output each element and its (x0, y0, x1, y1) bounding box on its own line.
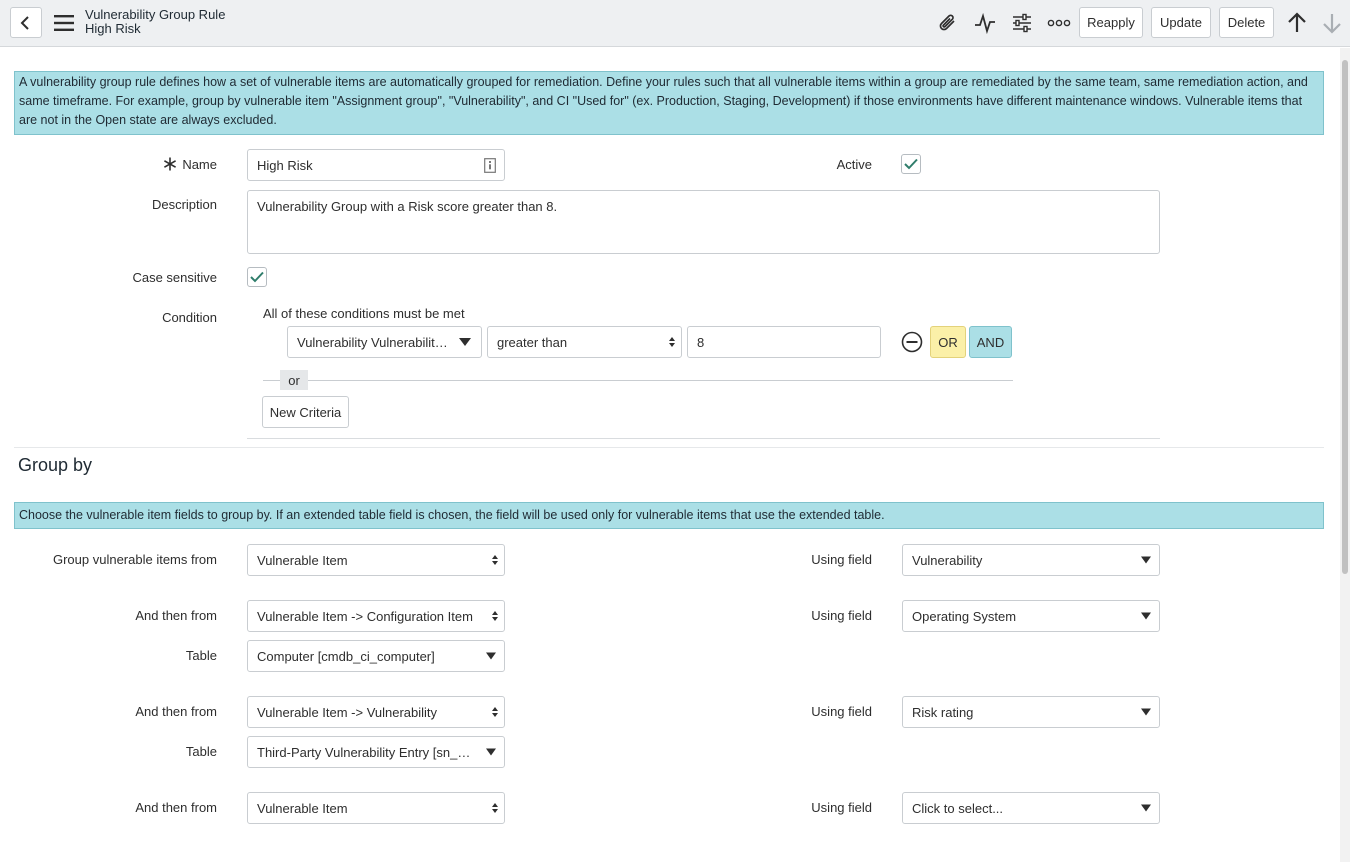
condition-value: 8 (697, 334, 705, 350)
then-from-select[interactable]: Vulnerable Item (247, 792, 505, 824)
chevron-down-icon (1141, 708, 1151, 716)
and-condition-button[interactable]: AND (969, 326, 1012, 358)
or-divider (263, 380, 1013, 381)
table-label: Table (185, 744, 217, 759)
table-label: Table (185, 648, 217, 663)
using-field-value: Risk rating (912, 704, 974, 720)
using-field-label: Using field (811, 800, 872, 815)
chevron-down-icon (486, 652, 496, 660)
then-from-label: And then from (135, 800, 217, 815)
chevron-down-icon (486, 748, 496, 756)
then-from-select[interactable]: Vulnerable Item -> Vulnerability (247, 696, 505, 728)
arrow-down-icon[interactable] (1319, 10, 1345, 36)
paperclip-icon[interactable] (935, 10, 961, 36)
form-title: Vulnerability Group Rule (85, 7, 226, 22)
select-arrows-icon (492, 611, 498, 621)
checkmark-icon (904, 158, 918, 170)
description-label: Description (151, 197, 217, 212)
group-from-value: Vulnerable Item (257, 552, 348, 568)
then-from-select[interactable]: Vulnerable Item -> Configuration Item (247, 600, 505, 632)
using-field-value: Click to select... (912, 800, 1004, 816)
record-name: High Risk (85, 21, 141, 36)
condition-label: Condition (162, 310, 217, 325)
arrow-up-icon[interactable] (1284, 10, 1310, 36)
then-from-label: And then from (135, 704, 217, 719)
select-arrows-icon (492, 803, 498, 813)
more-icon[interactable] (1046, 10, 1072, 36)
select-arrows-icon (492, 707, 498, 717)
reapply-button[interactable]: Reapply (1079, 7, 1143, 38)
name-field[interactable]: High Risk (247, 149, 505, 181)
table-value: Third-Party Vulnerability Entry [sn_vul.… (257, 744, 474, 760)
delete-button[interactable]: Delete (1219, 7, 1274, 38)
then-from-value: Vulnerable Item -> Configuration Item (257, 608, 473, 624)
group-from-select[interactable]: Vulnerable Item (247, 544, 505, 576)
using-field-select[interactable]: Risk rating (902, 696, 1160, 728)
then-from-value: Vulnerable Item (257, 800, 348, 816)
checkmark-icon (250, 271, 264, 283)
field-info-icon[interactable] (484, 158, 496, 173)
back-icon (20, 15, 29, 30)
using-field-select[interactable]: Operating System (902, 600, 1160, 632)
condition-heading: All of these conditions must be met (263, 306, 465, 321)
using-field-label: Using field (811, 552, 872, 567)
select-arrows-icon (492, 555, 498, 565)
back-button[interactable] (10, 7, 42, 38)
then-from-label: And then from (135, 608, 217, 623)
active-label: Active (836, 157, 872, 172)
or-condition-button[interactable]: OR (930, 326, 966, 358)
description-value: Vulnerability Group with a Risk score gr… (257, 199, 558, 214)
case-sensitive-label: Case sensitive (132, 270, 217, 285)
select-arrows-icon (669, 337, 675, 347)
name-label: Name (182, 157, 217, 172)
chevron-down-icon (459, 338, 471, 346)
update-button[interactable]: Update (1151, 7, 1211, 38)
condition-bottom-divider (247, 438, 1160, 439)
using-field-label: Using field (811, 704, 872, 719)
table-value: Computer [cmdb_ci_computer] (257, 648, 435, 664)
new-criteria-button[interactable]: New Criteria (262, 396, 349, 428)
group-by-title: Group by (18, 455, 93, 475)
section-divider (14, 447, 1324, 448)
form-title-block: Vulnerability Group Rule High Risk (85, 8, 225, 36)
table-select[interactable]: Third-Party Vulnerability Entry [sn_vul.… (247, 736, 505, 768)
active-checkbox[interactable] (901, 154, 921, 174)
scrollbar-thumb[interactable] (1342, 60, 1348, 574)
using-field-select[interactable]: Vulnerability (902, 544, 1160, 576)
condition-field-select[interactable]: Vulnerability Vulnerability… (287, 326, 482, 358)
table-select[interactable]: Computer [cmdb_ci_computer] (247, 640, 505, 672)
group-from-label: Group vulnerable items from (52, 552, 217, 567)
using-field-select[interactable]: Click to select... (902, 792, 1160, 824)
condition-value-input[interactable]: 8 (687, 326, 881, 358)
group-by-info-message: Choose the vulnerable item fields to gro… (14, 502, 1324, 529)
using-field-value: Vulnerability (912, 552, 983, 568)
condition-operator-select[interactable]: greater than (487, 326, 682, 358)
form-header: Vulnerability Group Rule High Risk Reapp… (0, 0, 1350, 47)
using-field-value: Operating System (912, 608, 1017, 624)
then-from-value: Vulnerable Item -> Vulnerability (257, 704, 438, 720)
remove-condition-icon[interactable] (901, 331, 923, 356)
using-field-label: Using field (811, 608, 872, 623)
case-sensitive-checkbox[interactable] (247, 267, 267, 287)
chevron-down-icon (1141, 556, 1151, 564)
menu-icon[interactable] (53, 12, 75, 34)
or-separator-label: or (280, 370, 308, 390)
activity-icon[interactable] (972, 10, 998, 36)
sliders-icon[interactable] (1009, 10, 1035, 36)
chevron-down-icon (1141, 612, 1151, 620)
description-field[interactable]: Vulnerability Group with a Risk score gr… (247, 190, 1160, 254)
chevron-down-icon (1141, 804, 1151, 812)
condition-field-value: Vulnerability Vulnerability… (297, 334, 451, 350)
info-message: A vulnerability group rule defines how a… (14, 71, 1324, 135)
name-value: High Risk (257, 157, 313, 173)
condition-operator-value: greater than (497, 334, 568, 350)
